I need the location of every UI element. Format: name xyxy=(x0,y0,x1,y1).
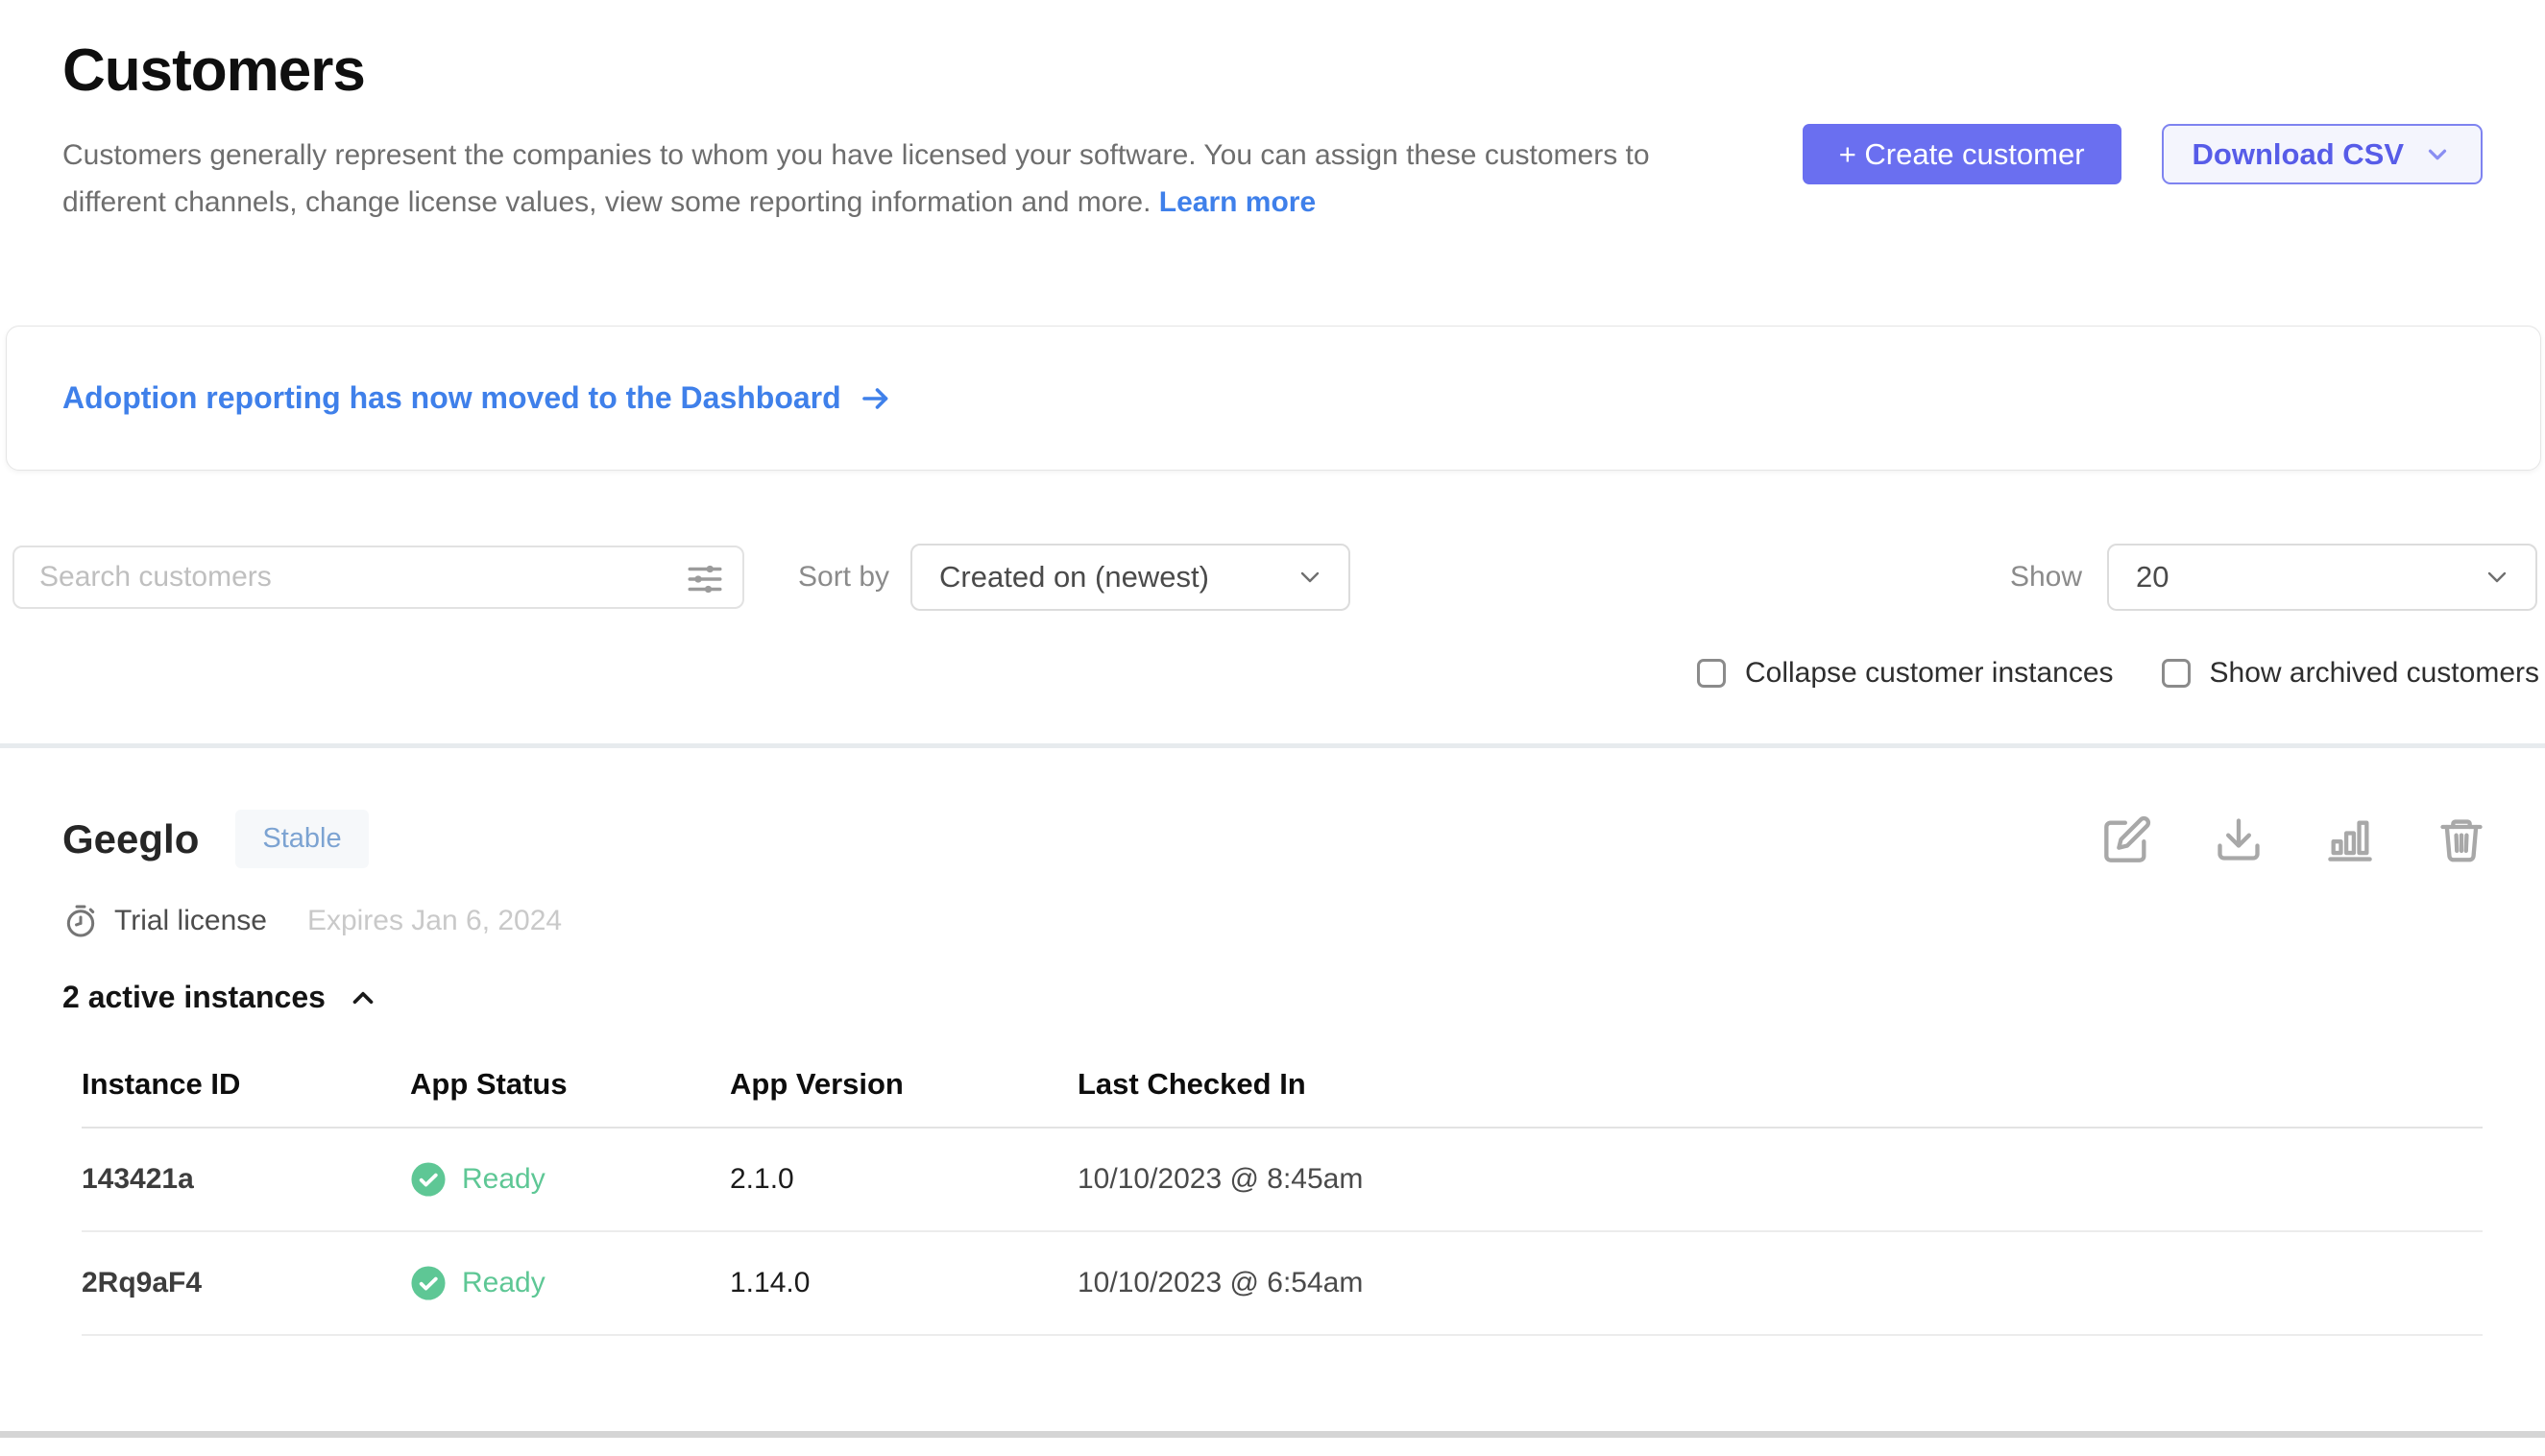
chevron-down-icon xyxy=(2482,562,2512,593)
sort-select[interactable]: Created on (newest) xyxy=(910,544,1350,611)
create-customer-button[interactable]: + Create customer xyxy=(1803,124,2121,184)
page-description-text: Customers generally represent the compan… xyxy=(62,139,1650,218)
download-license-button[interactable] xyxy=(2214,814,2264,864)
search-input[interactable] xyxy=(14,547,742,607)
sort-by-label: Sort by xyxy=(798,561,889,594)
page-description: Customers generally represent the compan… xyxy=(62,132,1657,226)
app-version-cell: 2.1.0 xyxy=(730,1163,1078,1196)
check-circle-icon xyxy=(410,1265,447,1301)
col-instance-id: Instance ID xyxy=(82,1067,410,1102)
filter-sliders-icon xyxy=(685,559,725,599)
trash-icon xyxy=(2436,814,2486,864)
show-count-select[interactable]: 20 xyxy=(2107,544,2537,611)
app-status-cell: Ready xyxy=(410,1265,730,1301)
app-status-text: Ready xyxy=(462,1163,545,1196)
edit-customer-button[interactable] xyxy=(2102,814,2152,864)
instances-toggle[interactable]: 2 active instances xyxy=(62,980,379,1015)
customer-reporting-button[interactable] xyxy=(2325,814,2375,864)
collapse-instances-option: Collapse customer instances xyxy=(1697,657,2114,690)
instances-table: Instance ID App Status App Version Last … xyxy=(82,1038,2483,1336)
show-group: Show 20 xyxy=(2010,544,2537,611)
trial-timer-icon xyxy=(62,903,99,939)
adoption-reporting-link[interactable]: Adoption reporting has now moved to the … xyxy=(62,380,893,416)
section-divider xyxy=(0,743,2545,748)
download-icon xyxy=(2214,814,2264,864)
collapse-instances-checkbox[interactable] xyxy=(1697,659,1726,688)
bar-chart-icon xyxy=(2325,814,2375,864)
instance-id-cell: 143421a xyxy=(82,1163,410,1196)
show-count-value: 20 xyxy=(2136,560,2169,595)
show-label: Show xyxy=(2010,561,2082,594)
instance-id-cell: 2Rq9aF4 xyxy=(82,1267,410,1299)
license-type: Trial license xyxy=(114,905,267,937)
sort-select-value: Created on (newest) xyxy=(939,560,1209,595)
instances-table-header: Instance ID App Status App Version Last … xyxy=(82,1038,2483,1128)
show-archived-checkbox[interactable] xyxy=(2162,659,2191,688)
col-app-status: App Status xyxy=(410,1067,730,1102)
channel-badge: Stable xyxy=(235,810,368,868)
list-options: Collapse customer instances Show archive… xyxy=(0,657,2539,690)
arrow-right-icon xyxy=(859,381,893,416)
list-controls: Sort by Created on (newest) Show 20 xyxy=(12,544,2537,611)
customers-page: Customers Customers generally represent … xyxy=(0,0,2545,1456)
banner-message: Adoption reporting has now moved to the … xyxy=(62,380,841,416)
license-expiration: Expires Jan 6, 2024 xyxy=(307,905,562,937)
page-header: Customers Customers generally represent … xyxy=(0,0,2545,226)
last-checked-in-cell: 10/10/2023 @ 6:54am xyxy=(1078,1267,2483,1299)
show-archived-option: Show archived customers xyxy=(2162,657,2539,690)
license-row: Trial license Expires Jan 6, 2024 xyxy=(62,903,2486,939)
download-csv-button[interactable]: Download CSV xyxy=(2162,124,2483,184)
app-status-cell: Ready xyxy=(410,1161,730,1198)
chevron-down-icon xyxy=(1295,562,1325,593)
table-row: 143421a Ready 2.1.0 10/10/2023 @ 8:45am xyxy=(82,1128,2483,1232)
search-box xyxy=(12,546,744,609)
col-app-version: App Version xyxy=(730,1067,1078,1102)
adoption-reporting-banner: Adoption reporting has now moved to the … xyxy=(6,326,2541,471)
show-archived-label: Show archived customers xyxy=(2210,657,2539,690)
chevron-down-icon xyxy=(2423,140,2452,169)
chevron-up-icon xyxy=(347,982,379,1014)
page-title: Customers xyxy=(62,36,2483,105)
header-actions: + Create customer Download CSV xyxy=(1803,124,2483,184)
filter-button[interactable] xyxy=(685,559,725,599)
bottom-divider xyxy=(0,1431,2545,1438)
customer-actions xyxy=(2102,814,2486,864)
customer-card: Geeglo Stable xyxy=(0,810,2545,1336)
learn-more-link[interactable]: Learn more xyxy=(1159,186,1316,218)
col-last-checked-in: Last Checked In xyxy=(1078,1067,2483,1102)
table-row: 2Rq9aF4 Ready 1.14.0 10/10/2023 @ 6:54am xyxy=(82,1232,2483,1336)
instances-summary: 2 active instances xyxy=(62,980,326,1015)
last-checked-in-cell: 10/10/2023 @ 8:45am xyxy=(1078,1163,2483,1196)
download-csv-label: Download CSV xyxy=(2193,137,2404,172)
delete-customer-button[interactable] xyxy=(2436,814,2486,864)
edit-icon xyxy=(2102,814,2152,864)
check-circle-icon xyxy=(410,1161,447,1198)
customer-name: Geeglo xyxy=(62,816,199,862)
app-version-cell: 1.14.0 xyxy=(730,1267,1078,1299)
app-status-text: Ready xyxy=(462,1267,545,1299)
collapse-instances-label: Collapse customer instances xyxy=(1745,657,2114,690)
